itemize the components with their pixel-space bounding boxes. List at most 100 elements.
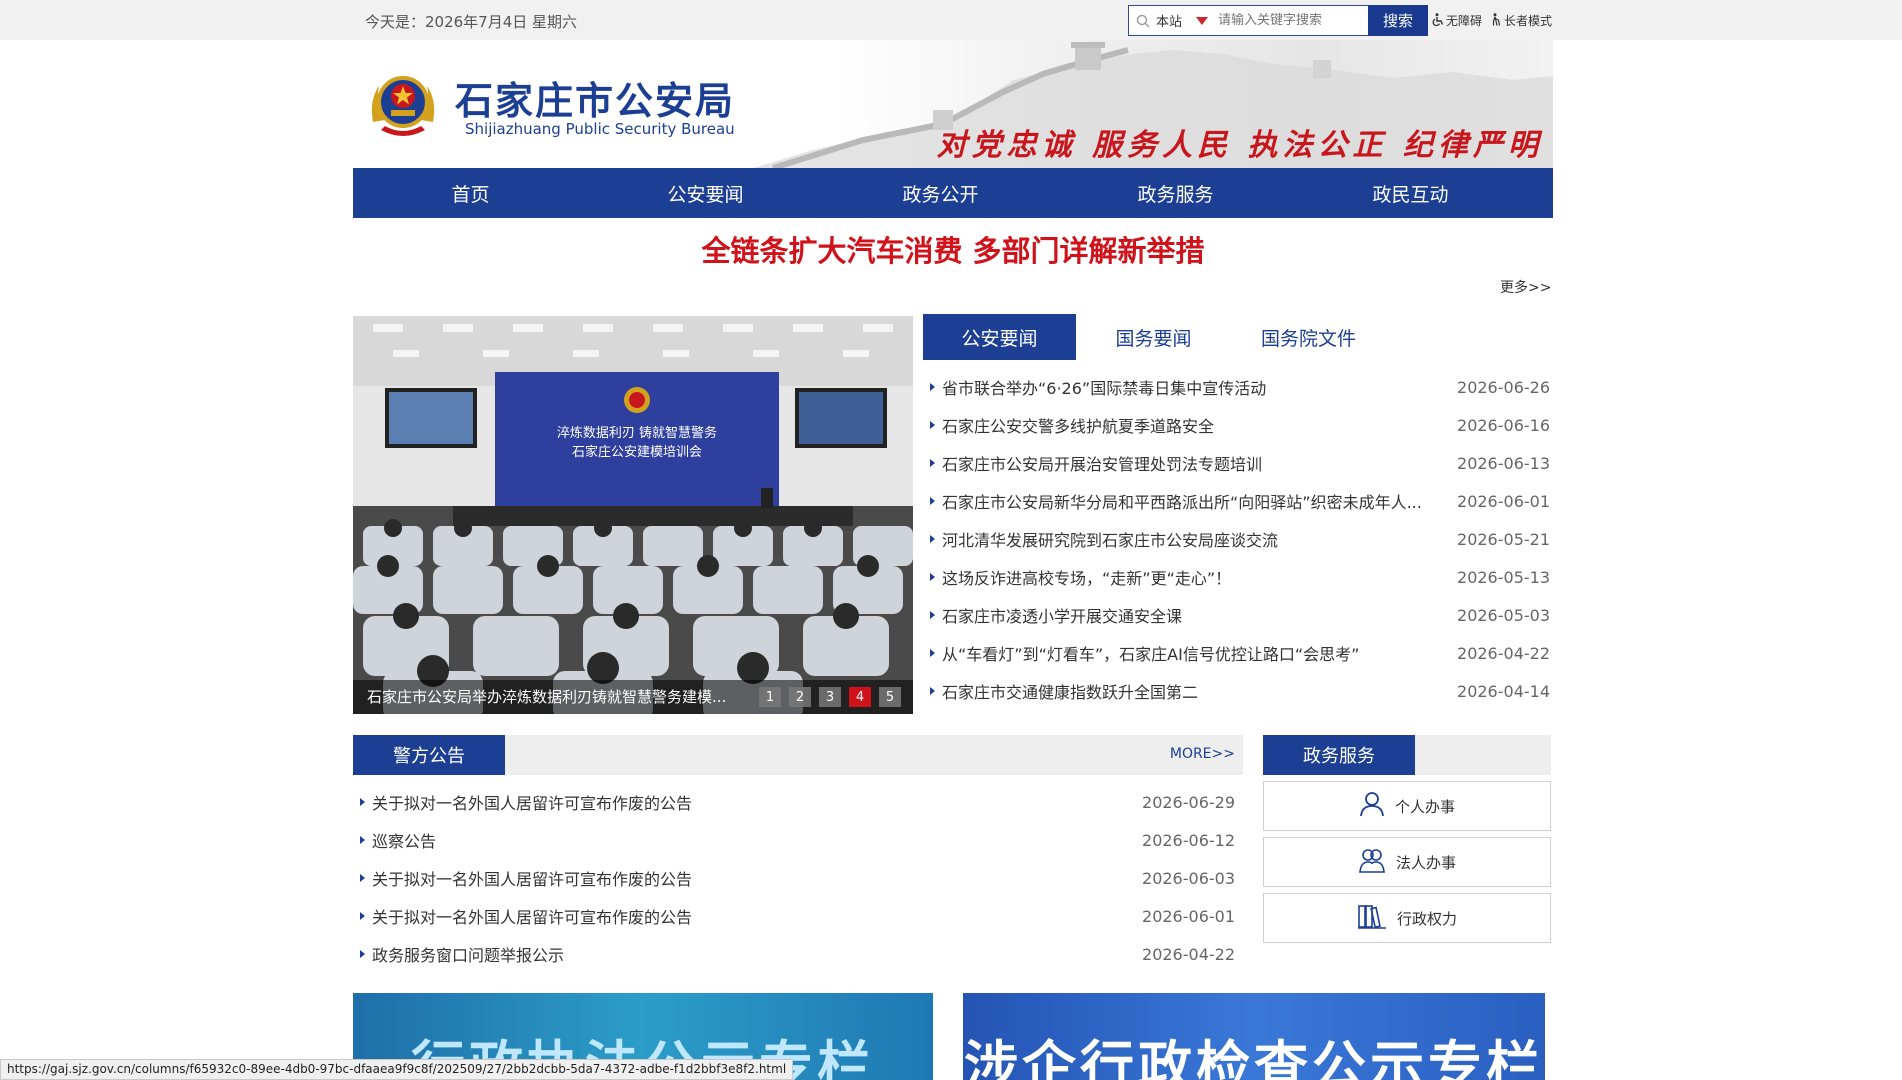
accessibility-link[interactable]: 无障碍 (1432, 12, 1482, 29)
news-title[interactable]: 河北清华发展研究院到石家庄市公安局座谈交流 (942, 527, 1278, 551)
list-item[interactable]: 这场反诈进高校专场，“走新”更“走心”！ 2026-05-13 (930, 558, 1550, 596)
enterprise-inspection-banner[interactable]: 涉企行政检查公示专栏 (963, 993, 1545, 1080)
search-input[interactable] (1218, 13, 1368, 28)
bullet-icon (360, 912, 365, 920)
list-item[interactable]: 石家庄公安交警多线护航夏季道路安全 2026-06-16 (930, 406, 1550, 444)
news-title[interactable]: 省市联合举办“6·26”国际禁毒日集中宣传活动 (942, 375, 1266, 399)
headline-link[interactable]: 全链条扩大汽车消费 多部门详解新举措 (353, 228, 1553, 270)
bullet-icon (930, 383, 935, 391)
corporate-services-button[interactable]: 法人办事 (1263, 837, 1551, 887)
list-item[interactable]: 巡察公告 2026-06-12 (360, 821, 1235, 859)
bullet-icon (930, 421, 935, 429)
main-nav: 首页 公安要闻 政务公开 政务服务 政民互动 (353, 168, 1553, 218)
notices-list: 关于拟对一名外国人居留许可宣布作废的公告 2026-06-29 巡察公告 2026-… (360, 783, 1235, 973)
news-list: 省市联合举办“6·26”国际禁毒日集中宣传活动 2026-06-26 石家庄公安交… (930, 368, 1550, 710)
news-date: 2026-05-13 (1457, 567, 1550, 587)
carousel-page-5[interactable]: 5 (879, 687, 901, 707)
carousel-photo[interactable] (353, 316, 913, 714)
current-date: 今天是：2026年7月4日 星期六 (365, 13, 578, 31)
notices-title[interactable]: 警方公告 (353, 735, 505, 775)
notice-date: 2026-06-03 (1142, 868, 1235, 888)
list-item[interactable]: 石家庄市公安局开展治安管理处罚法专题培训 2026-06-13 (930, 444, 1550, 482)
list-item[interactable]: 河北清华发展研究院到石家庄市公安局座谈交流 2026-05-21 (930, 520, 1550, 558)
notice-date: 2026-06-01 (1142, 906, 1235, 926)
search-button[interactable]: 搜索 (1368, 5, 1428, 36)
top-bar: 今天是：2026年7月4日 星期六 本站 搜索 无障碍 长者模式 (0, 0, 1902, 40)
notice-date: 2026-06-12 (1142, 830, 1235, 850)
news-title[interactable]: 石家庄市公安局开展治安管理处罚法专题培训 (942, 451, 1262, 475)
nav-item-police-news[interactable]: 公安要闻 (588, 168, 823, 218)
tab-state-news[interactable]: 国务要闻 (1076, 314, 1231, 360)
search-icon (1136, 14, 1150, 28)
scope-dropdown-arrow-icon[interactable] (1196, 16, 1208, 25)
nav-item-government-affairs[interactable]: 政务公开 (823, 168, 1058, 218)
bullet-icon (360, 874, 365, 882)
elder-mode-link[interactable]: 长者模式 (1490, 12, 1552, 29)
carousel-caption[interactable]: 石家庄市公安局举办淬炼数据利刃铸就智慧警务建模... (367, 686, 757, 707)
bullet-icon (360, 950, 365, 958)
news-date: 2026-06-01 (1457, 491, 1550, 511)
carousel-page-2[interactable]: 2 (789, 687, 811, 707)
notice-title[interactable]: 巡察公告 (372, 828, 436, 852)
news-title[interactable]: 从“车看灯”到“灯看车”，石家庄AI信号优控让路口“会思考” (942, 641, 1359, 665)
site-subtitle: Shijiazhuang Public Security Bureau (465, 120, 735, 138)
personal-services-label: 个人办事 (1394, 797, 1455, 816)
list-item[interactable]: 省市联合举办“6·26”国际禁毒日集中宣传活动 2026-06-26 (930, 368, 1550, 406)
list-item[interactable]: 政务服务窗口问题举报公示 2026-04-22 (360, 935, 1235, 973)
bullet-icon (360, 798, 365, 806)
news-title[interactable]: 石家庄市公安局新华分局和平西路派出所“向阳驿站”织密未成年人... (942, 489, 1422, 513)
notice-title[interactable]: 政务服务窗口问题举报公示 (372, 942, 564, 966)
search-scope-select[interactable]: 本站 (1156, 11, 1190, 30)
list-item[interactable]: 关于拟对一名外国人居留许可宣布作废的公告 2026-06-03 (360, 859, 1235, 897)
corporate-icon (1358, 847, 1386, 877)
wheelchair-icon (1432, 12, 1444, 29)
carousel-page-3[interactable]: 3 (819, 687, 841, 707)
list-item[interactable]: 关于拟对一名外国人居留许可宣布作废的公告 2026-06-01 (360, 897, 1235, 935)
notice-title[interactable]: 关于拟对一名外国人居留许可宣布作废的公告 (372, 904, 692, 928)
site-title: 石家庄市公安局 (455, 79, 736, 123)
bullet-icon (930, 497, 935, 505)
services-title[interactable]: 政务服务 (1263, 735, 1415, 775)
inspection-banner-text: 涉企行政检查公示专栏 (964, 1035, 1544, 1080)
elder-mode-label: 长者模式 (1504, 14, 1553, 28)
list-item[interactable]: 石家庄市交通健康指数跃升全国第二 2026-04-14 (930, 672, 1550, 710)
news-date: 2026-04-22 (1457, 643, 1550, 663)
news-title[interactable]: 这场反诈进高校专场，“走新”更“走心”！ (942, 565, 1231, 589)
books-icon (1357, 903, 1387, 933)
carousel-page-1[interactable]: 1 (759, 687, 781, 707)
news-tabs: 公安要闻 国务要闻 国务院文件 (923, 314, 1553, 360)
notices-more-link[interactable]: MORE>> (1170, 746, 1235, 762)
accessibility-label: 无障碍 (1446, 14, 1483, 28)
headline-more-link[interactable]: 更多>> (1500, 277, 1551, 297)
search-box: 本站 (1128, 5, 1378, 36)
notice-title[interactable]: 关于拟对一名外国人居留许可宣布作废的公告 (372, 790, 692, 814)
tab-state-council-documents[interactable]: 国务院文件 (1231, 314, 1386, 360)
news-carousel[interactable]: 淬炼数据利刃 铸就智慧警务 石家庄公安建模培训会 石家庄市公安局举办淬炼数据利刃… (353, 316, 913, 714)
news-date: 2026-06-16 (1457, 415, 1550, 435)
status-bar-url: https://gaj.sjz.gov.cn/columns/f65932c0-… (0, 1059, 794, 1080)
list-item[interactable]: 从“车看灯”到“灯看车”，石家庄AI信号优控让路口“会思考” 2026-04-22 (930, 634, 1550, 672)
news-title[interactable]: 石家庄市凌透小学开展交通安全课 (942, 603, 1182, 627)
bullet-icon (930, 459, 935, 467)
list-item[interactable]: 石家庄市公安局新华分局和平西路派出所“向阳驿站”织密未成年人... 2026-06… (930, 482, 1550, 520)
news-title[interactable]: 石家庄公安交警多线护航夏季道路安全 (942, 413, 1214, 437)
nav-item-interaction[interactable]: 政民互动 (1293, 168, 1528, 218)
news-title[interactable]: 石家庄市交通健康指数跃升全国第二 (942, 679, 1198, 703)
administrative-power-label: 行政权力 (1396, 909, 1457, 928)
carousel-screen-text: 淬炼数据利刃 铸就智慧警务 石家庄公安建模培训会 (556, 426, 718, 460)
tab-police-news[interactable]: 公安要闻 (923, 314, 1076, 360)
notice-title[interactable]: 关于拟对一名外国人居留许可宣布作废的公告 (372, 866, 692, 890)
administrative-power-button[interactable]: 行政权力 (1263, 893, 1551, 943)
nav-item-government-services[interactable]: 政务服务 (1058, 168, 1293, 218)
header-banner: 石家庄市公安局 Shijiazhuang Public Security Bur… (353, 40, 1553, 168)
list-item[interactable]: 关于拟对一名外国人居留许可宣布作废的公告 2026-06-29 (360, 783, 1235, 821)
carousel-page-4[interactable]: 4 (849, 687, 871, 707)
personal-services-button[interactable]: 个人办事 (1263, 781, 1551, 831)
corporate-services-label: 法人办事 (1395, 853, 1456, 872)
bullet-icon (930, 687, 935, 695)
bullet-icon (930, 535, 935, 543)
nav-item-home[interactable]: 首页 (353, 168, 588, 218)
news-date: 2026-05-03 (1457, 605, 1550, 625)
slogan: 对党忠诚 服务人民 执法公正 纪律严明 (936, 128, 1543, 163)
list-item[interactable]: 石家庄市凌透小学开展交通安全课 2026-05-03 (930, 596, 1550, 634)
